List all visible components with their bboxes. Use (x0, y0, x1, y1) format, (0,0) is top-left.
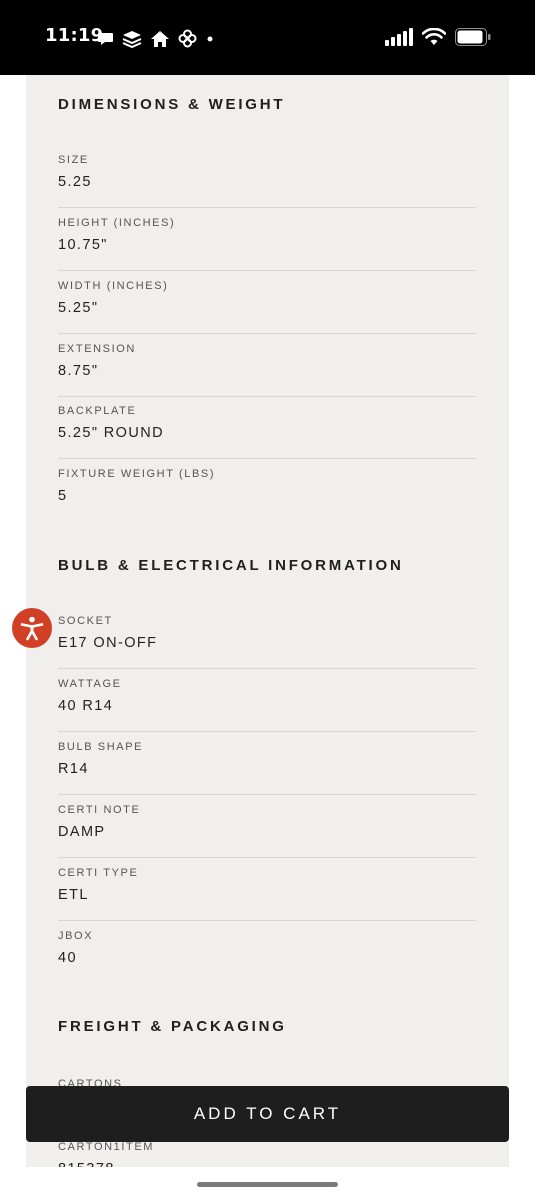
spec-value: 815378 (58, 1161, 115, 1167)
spec-label: SIZE (58, 154, 89, 166)
spec-row-bulb-shape: BULB SHAPE R14 (58, 733, 476, 795)
spec-label: FIXTURE WEIGHT (LBS) (58, 468, 216, 480)
pinwheel-icon (178, 29, 197, 48)
spec-row-certi-type: CERTI TYPE ETL (58, 859, 476, 921)
spec-row-width: WIDTH (INCHES) 5.25" (58, 272, 476, 334)
section-title-dimensions: DIMENSIONS & WEIGHT (58, 96, 286, 113)
home-icon (151, 30, 169, 47)
spec-value: 5.25" ROUND (58, 425, 164, 441)
spec-label: JBOX (58, 930, 94, 942)
spec-value: DAMP (58, 824, 106, 840)
spec-value: E17 ON-OFF (58, 635, 158, 651)
spec-label: CERTI TYPE (58, 867, 139, 879)
spec-value: R14 (58, 761, 89, 777)
wifi-icon (422, 28, 446, 45)
spec-row-backplate: BACKPLATE 5.25" ROUND (58, 397, 476, 459)
spec-value: 40 (58, 950, 77, 966)
cellular-signal-icon (385, 28, 413, 46)
spec-row-wattage: WATTAGE 40 R14 (58, 670, 476, 732)
status-bar: 11:19 (0, 0, 535, 75)
add-to-cart-button[interactable]: ADD TO CART (26, 1086, 509, 1142)
spec-value: 8.75" (58, 363, 99, 379)
accessibility-button[interactable] (12, 608, 52, 648)
spec-value: 40 R14 (58, 698, 114, 714)
spec-row-extension: EXTENSION 8.75" (58, 335, 476, 397)
section-title-bulb-electrical: BULB & ELECTRICAL INFORMATION (58, 557, 404, 574)
spec-row-height: HEIGHT (INCHES) 10.75" (58, 209, 476, 271)
spec-label: BULB SHAPE (58, 741, 144, 753)
spec-value: 5.25 (58, 174, 92, 190)
product-details-panel[interactable]: DIMENSIONS & WEIGHT SIZE 5.25 HEIGHT (IN… (26, 75, 509, 1167)
spec-value: ETL (58, 887, 89, 903)
status-time: 11:19 (45, 25, 104, 46)
section-title-freight-packaging: FREIGHT & PACKAGING (58, 1018, 287, 1035)
spec-row-fixture-weight: FIXTURE WEIGHT (LBS) 5 (58, 460, 476, 522)
accessibility-icon (20, 616, 44, 641)
spec-label: WIDTH (INCHES) (58, 280, 169, 292)
stack-icon (122, 30, 142, 48)
spec-row-certi-note: CERTI NOTE DAMP (58, 796, 476, 858)
spec-row-socket: SOCKET E17 ON-OFF (58, 607, 476, 669)
spec-label: EXTENSION (58, 343, 136, 355)
spec-value: 5.25" (58, 300, 99, 316)
spec-label: SOCKET (58, 615, 113, 627)
spec-label: CARTON1ITEM (58, 1141, 155, 1153)
spec-value: 5 (58, 488, 68, 504)
dot-icon (207, 36, 213, 41)
notification-icons (97, 29, 215, 48)
spec-label: WATTAGE (58, 678, 122, 690)
spec-row-jbox: JBOX 40 (58, 922, 476, 984)
home-indicator[interactable] (197, 1182, 338, 1187)
spec-value: 10.75" (58, 237, 108, 253)
spec-label: HEIGHT (INCHES) (58, 217, 176, 229)
battery-icon (455, 28, 491, 46)
spec-row-size: SIZE 5.25 (58, 146, 476, 208)
system-icons (385, 28, 491, 46)
message-bubble-icon (98, 32, 113, 45)
spec-label: BACKPLATE (58, 405, 137, 417)
spec-label: CERTI NOTE (58, 804, 141, 816)
